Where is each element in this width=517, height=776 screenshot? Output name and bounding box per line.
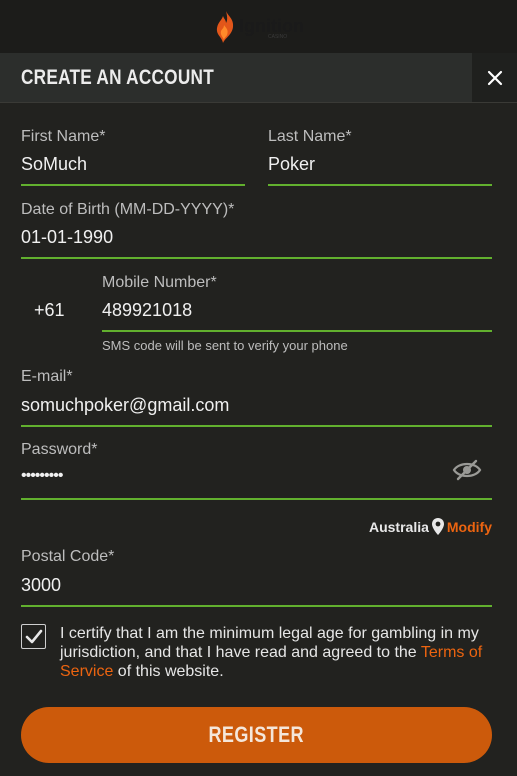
location-country: Australia	[368, 518, 429, 535]
postal-code-input[interactable]: 3000	[21, 575, 61, 596]
postal-code-label: Postal Code*	[21, 548, 115, 565]
location-row: Australia Modify	[369, 517, 492, 536]
register-button-label: REGISTER	[208, 722, 305, 747]
certify-text-before: I certify that I am the minimum legal ag…	[60, 625, 479, 661]
modal-header: CREATE AN ACCOUNT	[0, 53, 517, 103]
email-underline	[21, 425, 492, 427]
first-name-underline	[21, 184, 245, 186]
dob-input[interactable]: 01-01-1990	[21, 227, 113, 248]
password-label: Password*	[21, 441, 98, 458]
dob-label: Date of Birth (MM-DD-YYYY)*	[21, 201, 235, 218]
hide-password-icon[interactable]	[452, 459, 482, 481]
ignition-logo[interactable]: Ignition	[213, 10, 304, 44]
certify-text: I certify that I am the minimum legal ag…	[60, 624, 500, 681]
sms-helper-text: SMS code will be sent to verify your pho…	[102, 338, 348, 353]
logo-subtext: CASINO	[268, 34, 288, 40]
mobile-number-label: Mobile Number*	[102, 274, 217, 291]
postal-code-field[interactable]: Postal Code* 3000	[21, 548, 492, 607]
flame-logo-icon	[216, 10, 234, 43]
certify-text-after: of this website.	[113, 663, 224, 680]
email-label: E-mail*	[21, 368, 73, 385]
email-field[interactable]: E-mail* somuchpoker@gmail.com	[21, 368, 492, 427]
modify-location-link[interactable]: Modify	[447, 519, 492, 535]
first-name-field[interactable]: First Name* SoMuch	[21, 128, 245, 186]
close-button[interactable]	[472, 53, 517, 102]
register-button[interactable]: REGISTER	[21, 707, 492, 763]
top-bar: Ignition CASINO	[0, 0, 517, 53]
first-name-label: First Name*	[21, 128, 106, 145]
last-name-underline	[268, 184, 492, 186]
password-underline	[21, 498, 492, 500]
dob-underline	[21, 257, 492, 259]
email-input[interactable]: somuchpoker@gmail.com	[21, 395, 229, 416]
checkmark-icon	[25, 629, 42, 644]
first-name-input[interactable]: SoMuch	[21, 154, 87, 175]
last-name-field[interactable]: Last Name* Poker	[268, 128, 492, 186]
mobile-number-input[interactable]: 489921018	[102, 300, 192, 321]
password-input[interactable]: •••••••••	[21, 467, 63, 485]
phone-country-code[interactable]: +61	[34, 300, 65, 321]
page-title: CREATE AN ACCOUNT	[21, 66, 214, 89]
last-name-label: Last Name*	[268, 128, 352, 145]
postal-code-underline	[21, 605, 492, 607]
dob-field[interactable]: Date of Birth (MM-DD-YYYY)* 01-01-1990	[21, 201, 492, 259]
last-name-input[interactable]: Poker	[268, 154, 315, 175]
age-certify-checkbox[interactable]	[21, 624, 46, 649]
location-pin-icon	[431, 518, 444, 535]
mobile-number-field[interactable]: Mobile Number* 489921018	[102, 274, 492, 332]
close-icon	[487, 70, 502, 85]
mobile-number-underline	[102, 330, 492, 332]
password-field[interactable]: Password* •••••••••	[21, 441, 492, 500]
